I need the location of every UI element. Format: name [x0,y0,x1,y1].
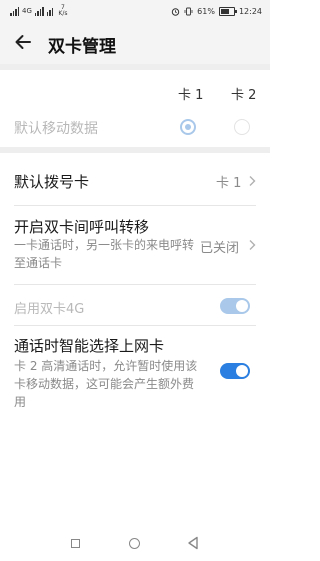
network-speed: 7 K/s [58,5,67,17]
default-data-label: 默认移动数据 [14,121,98,137]
clock: 12:24 [238,6,262,16]
section-separator [0,64,270,70]
signal-icon [10,6,19,16]
section-separator-2 [0,147,270,153]
speed-unit: K/s [58,10,68,17]
battery-percent: 61% [197,6,215,16]
chevron-right-icon [249,240,256,250]
default-data-card2-radio[interactable] [234,119,250,135]
smart-data-description: 卡 2 高清通话时，允许暂时使用该卡移动数据，这可能会产生额外费用 [14,359,198,409]
nav-back-icon[interactable] [187,536,199,550]
smart-data-toggle[interactable] [220,363,250,379]
recent-apps-icon[interactable] [71,539,80,548]
toggle-knob [236,365,248,377]
call-forward-description: 一卡通话时，另一张卡的来电呼转至通话卡 [14,238,195,270]
back-arrow-icon[interactable] [12,31,34,53]
sim-column-2: 卡 2 [231,88,257,103]
default-dial-value: 卡 1 [216,176,242,191]
status-right: 61% 12:24 [171,4,262,18]
dual-4g-toggle[interactable] [220,298,250,314]
sim-column-1: 卡 1 [178,88,204,103]
home-icon[interactable] [129,538,140,549]
divider [14,284,256,285]
status-left: 4G 7 K/s [10,4,67,18]
call-forward-value: 已关闭 [200,241,240,256]
page-title: 双卡管理 [48,37,116,57]
status-bar: 4G 7 K/s 61% 12:24 [0,0,270,22]
alarm-icon [171,7,180,16]
dual-4g-label: 启用双卡4G [14,302,85,317]
default-dial-label: 默认拨号卡 [14,173,90,191]
app-header: 双卡管理 [0,22,270,64]
default-data-card1-radio[interactable] [180,119,196,135]
signal-icon-2 [34,6,44,16]
call-forward-row[interactable]: 开启双卡间呼叫转移 一卡通话时，另一张卡的来电呼转至通话卡 已关闭 [0,206,270,284]
default-dial-row[interactable]: 默认拨号卡 卡 1 [0,155,270,205]
wifi-icon [46,7,54,16]
chevron-right-icon [249,176,256,186]
network-type: 4G [22,7,32,15]
vibrate-icon [184,7,193,15]
system-nav-bar [0,521,270,561]
battery-icon [218,6,237,16]
call-forward-label: 开启双卡间呼叫转移 [14,218,150,236]
smart-data-label: 通话时智能选择上网卡 [14,337,165,355]
divider [14,325,256,326]
toggle-knob [236,300,248,312]
